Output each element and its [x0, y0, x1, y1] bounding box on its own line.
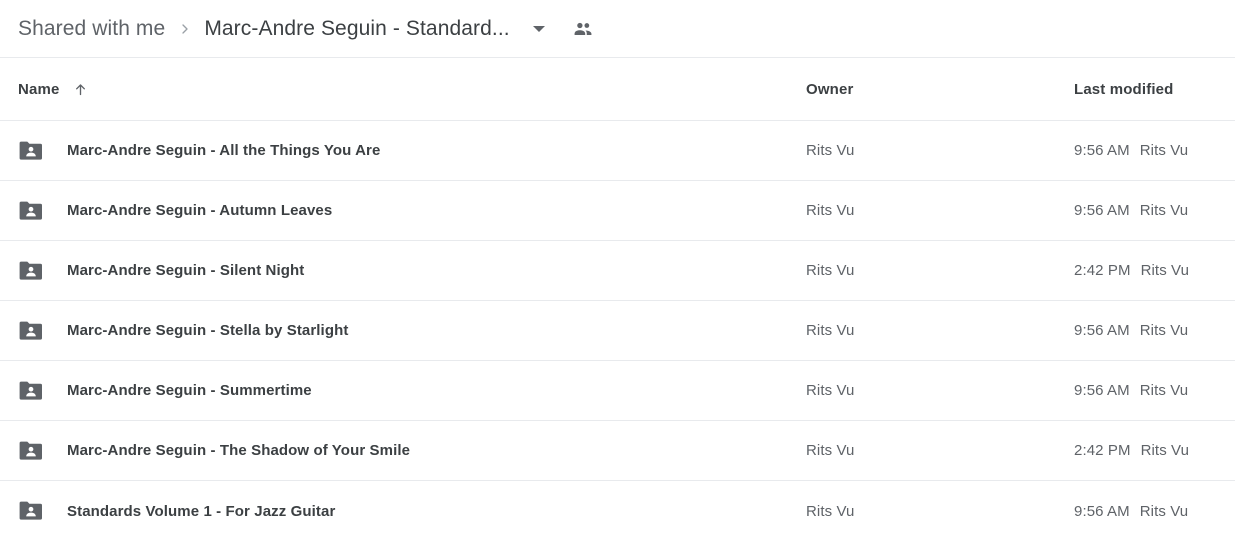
- row-last-modified-cell: 9:56 AM Rits Vu: [1074, 481, 1188, 541]
- row-last-modified-cell: 9:56 AM Rits Vu: [1074, 301, 1188, 360]
- arrow-up-icon[interactable]: [71, 80, 89, 98]
- chevron-down-icon[interactable]: [529, 19, 549, 39]
- column-header-last-modified[interactable]: Last modified: [1074, 58, 1173, 120]
- modified-time: 9:56 AM: [1074, 202, 1130, 219]
- column-header-owner-label: Owner: [806, 80, 854, 98]
- last-modified-value: 9:56 AM Rits Vu: [1074, 142, 1188, 159]
- modified-time: 9:56 AM: [1074, 502, 1130, 520]
- modified-time: 2:42 PM: [1074, 442, 1131, 459]
- owner-name: Rits Vu: [806, 502, 855, 520]
- owner-name: Rits Vu: [806, 382, 855, 399]
- modified-time: 9:56 AM: [1074, 322, 1130, 339]
- owner-name: Rits Vu: [806, 142, 855, 159]
- modified-time: 2:42 PM: [1074, 262, 1131, 279]
- shared-folder-icon: [18, 260, 44, 282]
- file-name: Standards Volume 1 - For Jazz Guitar: [67, 502, 336, 520]
- column-header-last-modified-label: Last modified: [1074, 80, 1174, 98]
- shared-folder-icon: [18, 320, 44, 342]
- last-modified-value: 9:56 AM Rits Vu: [1074, 202, 1188, 219]
- row-last-modified-cell: 9:56 AM Rits Vu: [1074, 121, 1188, 180]
- column-header-name-label: Name: [18, 80, 60, 98]
- breadcrumb-parent-link[interactable]: Shared with me: [18, 17, 165, 41]
- modified-by: Rits Vu: [1139, 382, 1189, 399]
- table-row[interactable]: Marc-Andre Seguin - The Shadow of Your S…: [0, 421, 1235, 481]
- row-last-modified-cell: 9:56 AM Rits Vu: [1074, 361, 1188, 420]
- last-modified-value: 9:56 AM Rits Vu: [1074, 382, 1188, 399]
- row-owner-cell: Rits Vu: [806, 421, 855, 480]
- owner-name: Rits Vu: [806, 262, 855, 279]
- modified-by: Rits Vu: [1140, 442, 1190, 459]
- column-header-row: Name Owner Last modified: [0, 58, 1235, 121]
- row-last-modified-cell: 2:42 PM Rits Vu: [1074, 421, 1189, 480]
- owner-name: Rits Vu: [806, 202, 855, 219]
- shared-folder-icon: [18, 380, 44, 402]
- table-row[interactable]: Standards Volume 1 - For Jazz Guitar Rit…: [0, 481, 1235, 541]
- row-name-cell: Marc-Andre Seguin - Summertime: [18, 361, 312, 420]
- row-owner-cell: Rits Vu: [806, 481, 855, 541]
- row-owner-cell: Rits Vu: [806, 121, 855, 180]
- shared-folder-icon: [18, 440, 44, 462]
- modified-by: Rits Vu: [1139, 142, 1189, 159]
- table-row[interactable]: Marc-Andre Seguin - Summertime Rits Vu 9…: [0, 361, 1235, 421]
- file-name: Marc-Andre Seguin - All the Things You A…: [67, 142, 381, 159]
- table-row[interactable]: Marc-Andre Seguin - Silent Night Rits Vu…: [0, 241, 1235, 301]
- row-name-cell: Marc-Andre Seguin - Silent Night: [18, 241, 304, 300]
- file-name: Marc-Andre Seguin - Autumn Leaves: [67, 202, 333, 219]
- row-name-cell: Standards Volume 1 - For Jazz Guitar: [18, 481, 335, 541]
- row-last-modified-cell: 2:42 PM Rits Vu: [1074, 241, 1189, 300]
- row-owner-cell: Rits Vu: [806, 301, 855, 360]
- breadcrumb-current-folder[interactable]: Marc-Andre Seguin - Standard...: [204, 17, 509, 41]
- shared-folder-icon: [18, 140, 44, 162]
- table-row[interactable]: Marc-Andre Seguin - Stella by Starlight …: [0, 301, 1235, 361]
- chevron-right-icon: [177, 21, 193, 37]
- modified-by: Rits Vu: [1139, 322, 1189, 339]
- shared-folder-icon: [18, 500, 44, 522]
- column-header-name[interactable]: Name: [18, 58, 89, 120]
- row-owner-cell: Rits Vu: [806, 361, 855, 420]
- table-row[interactable]: Marc-Andre Seguin - All the Things You A…: [0, 121, 1235, 181]
- last-modified-value: 9:56 AM Rits Vu: [1074, 503, 1188, 520]
- table-row[interactable]: Marc-Andre Seguin - Autumn Leaves Rits V…: [0, 181, 1235, 241]
- row-name-cell: Marc-Andre Seguin - Stella by Starlight: [18, 301, 348, 360]
- column-header-owner[interactable]: Owner: [806, 58, 853, 120]
- caret-triangle: [532, 25, 545, 32]
- row-owner-cell: Rits Vu: [806, 241, 855, 300]
- row-name-cell: Marc-Andre Seguin - The Shadow of Your S…: [18, 421, 410, 480]
- owner-name: Rits Vu: [806, 322, 855, 339]
- last-modified-value: 2:42 PM Rits Vu: [1074, 442, 1189, 459]
- row-last-modified-cell: 9:56 AM Rits Vu: [1074, 181, 1188, 240]
- file-name: Marc-Andre Seguin - The Shadow of Your S…: [67, 442, 411, 459]
- breadcrumb-bar: Shared with me Marc-Andre Seguin - Stand…: [0, 0, 1235, 58]
- shared-folder-icon: [18, 200, 44, 222]
- row-owner-cell: Rits Vu: [806, 181, 855, 240]
- modified-by: Rits Vu: [1140, 262, 1190, 279]
- modified-by: Rits Vu: [1139, 202, 1189, 219]
- file-name: Marc-Andre Seguin - Summertime: [67, 382, 312, 399]
- row-name-cell: Marc-Andre Seguin - All the Things You A…: [18, 121, 380, 180]
- last-modified-value: 9:56 AM Rits Vu: [1074, 322, 1188, 339]
- modified-time: 9:56 AM: [1074, 382, 1130, 399]
- file-name: Marc-Andre Seguin - Stella by Starlight: [67, 322, 349, 339]
- last-modified-value: 2:42 PM Rits Vu: [1074, 262, 1189, 279]
- modified-by: Rits Vu: [1139, 502, 1189, 520]
- row-name-cell: Marc-Andre Seguin - Autumn Leaves: [18, 181, 332, 240]
- modified-time: 9:56 AM: [1074, 142, 1130, 159]
- file-list: Marc-Andre Seguin - All the Things You A…: [0, 121, 1235, 541]
- people-icon[interactable]: [571, 17, 595, 41]
- owner-name: Rits Vu: [806, 442, 855, 459]
- file-name: Marc-Andre Seguin - Silent Night: [67, 262, 305, 279]
